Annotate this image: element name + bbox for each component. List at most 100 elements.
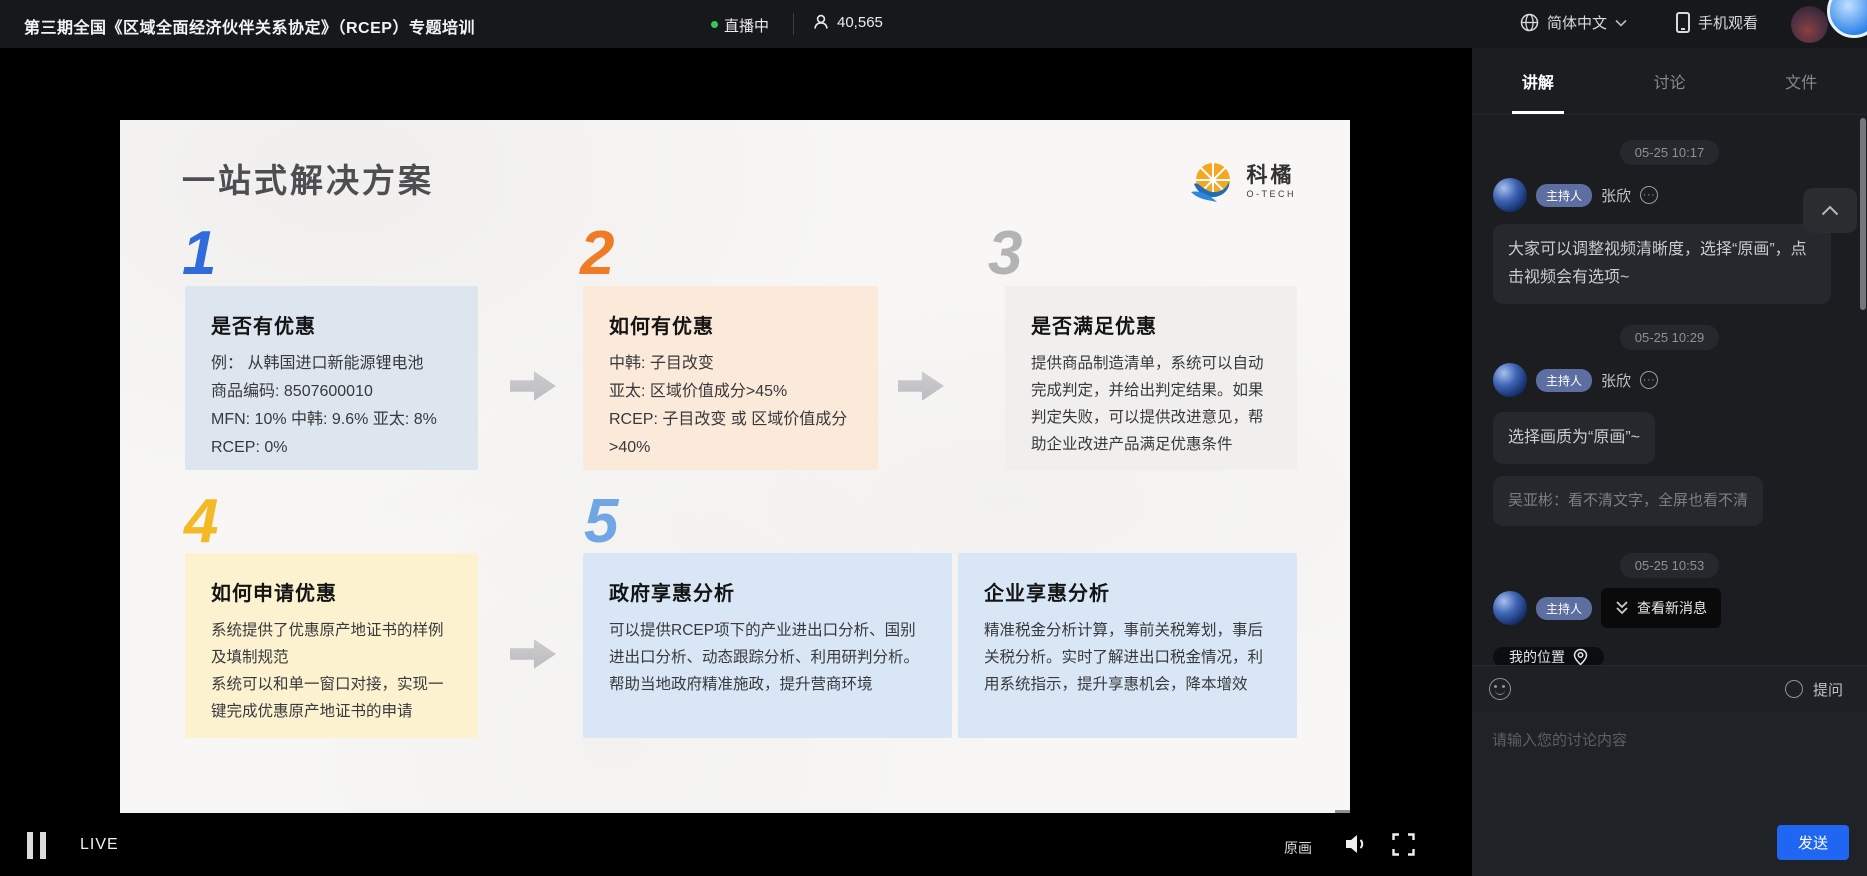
player-controls: LIVE 原画 xyxy=(0,815,1472,876)
chevron-down-icon xyxy=(1615,19,1627,27)
slide-title: 一站式解决方案 xyxy=(182,154,434,202)
step-card-line: 中韩: 子目改变 xyxy=(609,350,852,378)
fullscreen-icon[interactable] xyxy=(1392,833,1415,856)
step-card-2: 如何有优惠 中韩: 子目改变 亚太: 区域价值成分>45% RCEP: 子目改变… xyxy=(583,286,878,470)
host-badge: 主持人 xyxy=(1536,184,1592,207)
step-card-body: 精准税金分析计算，事前关税筹划，事后关税分析。实时了解进出口税金情况，利用系统指… xyxy=(984,617,1271,698)
step-card-1: 是否有优惠 例： 从韩国进口新能源锂电池 商品编码: 8507600010 MF… xyxy=(185,286,478,470)
timestamp-badge: 05-25 10:53 xyxy=(1620,553,1719,578)
live-status-dot xyxy=(711,21,718,28)
flow-arrow-icon xyxy=(510,370,556,402)
phone-icon xyxy=(1676,12,1690,33)
volume-icon[interactable] xyxy=(1342,830,1370,858)
step-card-body: 系统提供了优惠原产地证书的样例及填制规范 xyxy=(211,617,452,671)
host-badge: 主持人 xyxy=(1536,369,1592,392)
chat-input-area: 发送 xyxy=(1472,712,1867,876)
step-card-line: 商品编码: 8507600010 xyxy=(211,378,452,406)
view-new-messages-label: 查看新消息 xyxy=(1637,598,1707,618)
live-status-label: 直播中 xyxy=(724,15,769,36)
tab-explanation[interactable]: 讲解 xyxy=(1472,48,1604,114)
divider xyxy=(793,13,794,35)
step-card-body: 提供商品制造清单，系统可以自动完成判定，并给出判定结果。如果判定失败，可以提供改… xyxy=(1031,350,1271,458)
top-bar: 第三期全国《区域全面经济伙伴关系协定》（RCEP）专题培训 直播中 40,565… xyxy=(0,0,1867,48)
step-card-highlight: RCEP: 子目改变 或 区域价值成分 >40% xyxy=(609,406,852,462)
step-card-title: 政府享惠分析 xyxy=(609,577,926,606)
company-logo: 科橘 O-TECH xyxy=(1189,158,1297,206)
progress-bar-remaining[interactable] xyxy=(1335,810,1350,813)
user-avatar[interactable] xyxy=(1791,6,1828,43)
chat-scrollbar[interactable] xyxy=(1860,118,1866,310)
tab-discussion[interactable]: 讨论 xyxy=(1604,48,1736,114)
step-card-5-enterprise: 企业享惠分析 精准税金分析计算，事前关税筹划，事后关税分析。实时了解进出口税金情… xyxy=(958,553,1297,738)
webinar-window: 第三期全国《区域全面经济伙伴关系协定》（RCEP）专题培训 直播中 40,565… xyxy=(0,0,1867,876)
viewers-icon xyxy=(812,13,830,31)
chat-message: 选择画质为“原画”~ xyxy=(1493,412,1655,464)
avatar xyxy=(1493,591,1527,625)
mobile-view-label: 手机观看 xyxy=(1698,12,1758,33)
stream-title: 第三期全国《区域全面经济伙伴关系协定》（RCEP）专题培训 xyxy=(24,14,475,38)
step-card-line: 亚太: 区域价值成分>45% xyxy=(609,378,852,406)
step-card-line: MFN: 10% 中韩: 9.6% 亚太: 8% xyxy=(211,406,452,434)
sender-name: 张欣 xyxy=(1601,370,1631,391)
location-pin-icon xyxy=(1573,648,1588,665)
emoji-picker-icon[interactable] xyxy=(1489,678,1511,700)
view-new-messages-button[interactable]: 查看新消息 xyxy=(1601,588,1721,628)
collapse-chat-button[interactable] xyxy=(1803,188,1857,233)
tab-files[interactable]: 文件 xyxy=(1735,48,1867,114)
viewer-counter: 40,565 xyxy=(812,13,883,31)
globe-icon xyxy=(1520,13,1539,32)
step-card-3: 是否满足优惠 提供商品制造清单，系统可以自动完成判定，并给出判定结果。如果判定失… xyxy=(1005,286,1297,470)
my-location-button[interactable]: 我的位置 xyxy=(1493,647,1604,665)
flow-arrow-icon xyxy=(510,638,556,670)
floating-widget[interactable] xyxy=(1827,0,1867,38)
ask-question-toggle[interactable]: 提问 xyxy=(1785,679,1843,700)
chat-sidebar: 讲解 讨论 文件 05-25 10:17 主持人 张欣 ··· 大家可以调整视频… xyxy=(1472,48,1867,876)
timestamp-badge: 05-25 10:17 xyxy=(1620,140,1719,165)
more-options-icon[interactable]: ··· xyxy=(1640,186,1658,204)
step-number-5: 5 xyxy=(584,491,618,553)
step-card-title: 是否有优惠 xyxy=(211,310,452,339)
quality-selector[interactable]: 原画 xyxy=(1284,838,1312,858)
step-card-5-government: 政府享惠分析 可以提供RCEP项下的产业进出口分析、国别进出口分析、动态跟踪分析… xyxy=(583,553,952,738)
orange-logo-icon xyxy=(1189,158,1237,206)
chat-message-other: 吴亚彬：看不清文字，全屏也看不清 xyxy=(1493,476,1763,526)
step-card-title: 企业享惠分析 xyxy=(984,577,1271,606)
step-card-body: 可以提供RCEP项下的产业进出口分析、国别进出口分析、动态跟踪分析、利用研判分析… xyxy=(609,617,926,698)
chat-toolbar: 提问 xyxy=(1472,665,1867,712)
live-badge: LIVE xyxy=(80,836,119,854)
double-chevron-down-icon xyxy=(1615,600,1629,616)
sidebar-tabs: 讲解 讨论 文件 xyxy=(1472,48,1867,115)
language-selector[interactable]: 简体中文 xyxy=(1520,12,1627,33)
send-button[interactable]: 发送 xyxy=(1777,825,1849,860)
step-card-title: 是否满足优惠 xyxy=(1031,310,1271,339)
chat-input[interactable] xyxy=(1472,712,1867,820)
presentation-slide: 一站式解决方案 科橘 O-TECH xyxy=(120,120,1350,812)
step-card-title: 如何有优惠 xyxy=(609,310,852,339)
mobile-view-button[interactable]: 手机观看 xyxy=(1676,12,1758,33)
step-number-4: 4 xyxy=(184,491,218,553)
step-number-2: 2 xyxy=(580,223,614,285)
flow-arrow-icon xyxy=(898,370,944,402)
my-location-label: 我的位置 xyxy=(1509,647,1565,665)
step-number-1: 1 xyxy=(182,223,216,285)
step-number-3: 3 xyxy=(988,223,1022,285)
logo-name: 科橘 xyxy=(1247,165,1297,186)
message-sender-row: 主持人 张欣 查看新消息 xyxy=(1493,591,1631,625)
host-badge: 主持人 xyxy=(1536,597,1592,620)
ask-question-label: 提问 xyxy=(1813,679,1843,700)
video-player[interactable]: 一站式解决方案 科橘 O-TECH xyxy=(0,48,1472,876)
chat-message: 大家可以调整视频清晰度，选择“原画”，点击视频会有选项~ xyxy=(1493,224,1831,304)
sender-name: 张欣 xyxy=(1601,185,1631,206)
logo-subtitle: O-TECH xyxy=(1247,190,1297,199)
step-card-body: 系统可以和单一窗口对接，实现一键完成优惠原产地证书的申请 xyxy=(211,671,452,725)
step-card-title: 如何申请优惠 xyxy=(211,577,452,606)
progress-bar-played[interactable] xyxy=(120,810,1335,813)
step-card-4: 如何申请优惠 系统提供了优惠原产地证书的样例及填制规范 系统可以和单一窗口对接，… xyxy=(185,553,478,738)
avatar xyxy=(1493,178,1527,212)
viewer-count: 40,565 xyxy=(837,14,883,31)
more-options-icon[interactable]: ··· xyxy=(1640,371,1658,389)
step-card-highlight: RCEP: 0% xyxy=(211,434,452,462)
message-sender-row: 主持人 张欣 ··· xyxy=(1493,178,1658,212)
step-card-line: 例： 从韩国进口新能源锂电池 xyxy=(211,350,452,378)
pause-button[interactable] xyxy=(27,832,48,859)
